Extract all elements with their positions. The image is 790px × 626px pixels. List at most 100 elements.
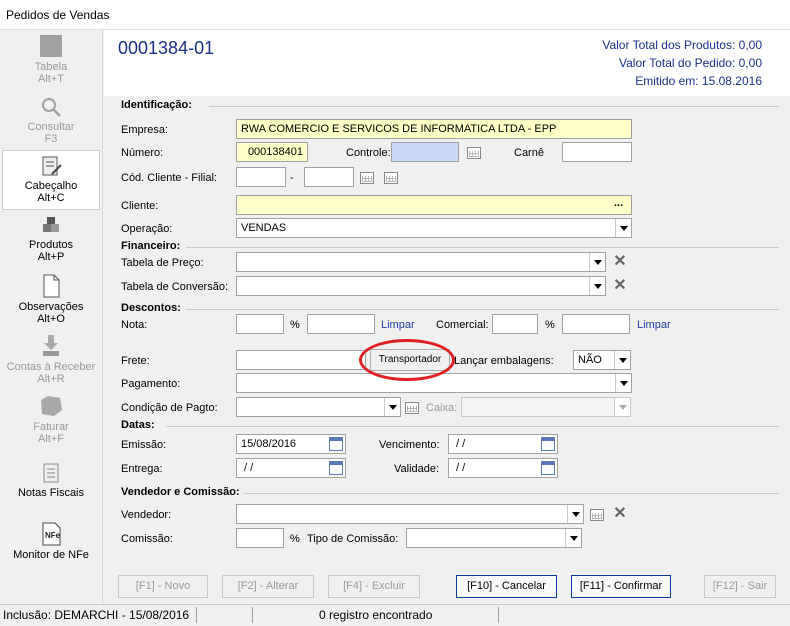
- clear-tabela-conversao-icon[interactable]: ✕: [612, 278, 628, 294]
- invoice-icon: [41, 396, 62, 416]
- comissao-field[interactable]: [236, 528, 284, 548]
- section-divider: [166, 426, 779, 427]
- chevron-down-icon[interactable]: [589, 253, 605, 271]
- chevron-down-icon[interactable]: [565, 529, 581, 547]
- issued-date: Emitido em: 15.08.2016: [635, 74, 762, 88]
- condicao-select[interactable]: [236, 397, 401, 417]
- calendar-icon[interactable]: [541, 461, 555, 475]
- controle-field[interactable]: [391, 142, 459, 162]
- emissao-label: Emissão:: [121, 439, 167, 451]
- chevron-down-icon[interactable]: [615, 219, 631, 237]
- confirmar-button[interactable]: [F11] - Confirmar: [571, 575, 671, 598]
- operacao-value: VENDAS: [241, 222, 287, 234]
- calendar-icon[interactable]: [541, 437, 555, 451]
- comissao-label: Comissão:: [121, 533, 173, 545]
- cod-cliente-field[interactable]: [236, 167, 286, 187]
- sair-button[interactable]: [F12] - Sair: [704, 575, 776, 598]
- filial-field[interactable]: [304, 167, 354, 187]
- cliente-lookup-icon[interactable]: [360, 172, 374, 184]
- operacao-select[interactable]: VENDAS: [236, 218, 632, 238]
- operacao-label: Operação:: [121, 223, 173, 235]
- lancar-embalagens-label: Lançar embalagens:: [454, 355, 554, 367]
- sidebar-item-tabela[interactable]: Tabela Alt+T: [2, 34, 100, 90]
- tabela-preco-select[interactable]: [236, 252, 606, 272]
- status-bar: Inclusão: DEMARCHI - 15/08/2016 0 regist…: [0, 604, 790, 626]
- sidebar-item-label: Monitor de NFe: [13, 549, 89, 561]
- cancelar-button[interactable]: [F10] - Cancelar: [456, 575, 557, 598]
- sidebar-item-contas-receber[interactable]: Contas à Receber Alt+R: [2, 334, 100, 390]
- sidebar-item-label: Consultar: [27, 121, 75, 133]
- chevron-down-icon[interactable]: [615, 374, 631, 392]
- section-divider: [186, 247, 779, 248]
- chevron-down-icon[interactable]: [384, 398, 400, 416]
- cliente-search-button[interactable]: ...: [614, 197, 623, 209]
- cliente-field[interactable]: [236, 195, 632, 215]
- limpar-comercial-link[interactable]: Limpar: [637, 319, 671, 331]
- frete-label: Frete:: [121, 355, 150, 367]
- chevron-down-icon[interactable]: [614, 351, 630, 369]
- sidebar-item-monitor-nfe[interactable]: NFe Monitor de NFe: [2, 522, 100, 566]
- sidebar-item-observacoes[interactable]: Observações Alt+O: [2, 274, 100, 330]
- sidebar-item-shortcut: Alt+O: [37, 313, 65, 325]
- percent-sign: %: [290, 533, 300, 545]
- condicao-lookup-icon[interactable]: [405, 402, 419, 414]
- sidebar-item-consultar[interactable]: Consultar F3: [2, 96, 100, 150]
- section-descontos: Descontos:: [121, 302, 181, 314]
- total-products: Valor Total dos Produtos: 0,00: [602, 38, 762, 52]
- numero-label: Número:: [121, 147, 164, 159]
- filial-lookup-icon[interactable]: [384, 172, 398, 184]
- validade-date-field[interactable]: / /: [448, 458, 558, 478]
- document-edit-icon: [42, 156, 62, 176]
- percent-sign: %: [290, 319, 300, 331]
- clear-vendedor-icon[interactable]: ✕: [612, 506, 628, 522]
- numero-field[interactable]: 000138401: [236, 142, 308, 162]
- magnifier-icon: [42, 98, 61, 117]
- sidebar-item-faturar[interactable]: Faturar Alt+F: [2, 394, 100, 450]
- vencimento-value: / /: [453, 438, 466, 450]
- totals-panel: Valor Total dos Produtos: 0,00 Valor Tot…: [602, 36, 762, 90]
- money-download-icon: [43, 335, 59, 356]
- sidebar-item-produtos[interactable]: Produtos Alt+P: [2, 214, 100, 270]
- status-divider: [498, 607, 499, 623]
- sidebar-item-notas-fiscais[interactable]: Notas Fiscais: [2, 462, 100, 506]
- vendedor-select[interactable]: [236, 504, 584, 524]
- sidebar-item-shortcut: Alt+P: [37, 251, 65, 263]
- status-inclusao: Inclusão: DEMARCHI - 15/08/2016: [3, 608, 190, 622]
- entrega-date-field[interactable]: / /: [236, 458, 346, 478]
- limpar-nota-link[interactable]: Limpar: [381, 319, 415, 331]
- calendar-icon[interactable]: [329, 437, 343, 451]
- chevron-down-icon[interactable]: [589, 277, 605, 295]
- emissao-date-field[interactable]: 15/08/2016: [236, 434, 346, 454]
- comercial-percent-field[interactable]: [492, 314, 538, 334]
- sidebar-item-label: Faturar: [33, 421, 69, 433]
- condicao-label: Condição de Pagto:: [121, 402, 218, 414]
- vencimento-date-field[interactable]: / /: [448, 434, 558, 454]
- sidebar-item-cabecalho[interactable]: Cabeçalho Alt+C: [2, 150, 100, 210]
- vendedor-lookup-icon[interactable]: [590, 509, 604, 521]
- excluir-button[interactable]: [F4] - Excluir: [328, 575, 420, 598]
- clear-tabela-preco-icon[interactable]: ✕: [612, 254, 628, 270]
- nfe-icon: NFe: [42, 522, 61, 546]
- frete-field[interactable]: [236, 350, 366, 370]
- lancar-embalagens-select[interactable]: NÃO: [573, 350, 631, 370]
- empresa-field[interactable]: RWA COMERCIO E SERVICOS DE INFORMATICA L…: [236, 119, 632, 139]
- sidebar-item-shortcut: Alt+C: [37, 192, 65, 204]
- total-order: Valor Total do Pedido: 0,00: [619, 56, 762, 70]
- chevron-down-icon[interactable]: [567, 505, 583, 523]
- tabela-conversao-select[interactable]: [236, 276, 606, 296]
- boxes-icon: [43, 217, 59, 232]
- tipo-comissao-select[interactable]: [406, 528, 582, 548]
- section-vendedor-comissao: Vendedor e Comissão:: [121, 486, 240, 498]
- caixa-select[interactable]: [461, 397, 631, 417]
- controle-lookup-icon[interactable]: [467, 147, 481, 159]
- novo-button[interactable]: [F1] - Novo: [118, 575, 208, 598]
- carne-field[interactable]: [562, 142, 632, 162]
- section-datas: Datas:: [121, 419, 155, 431]
- comercial-value-field[interactable]: [562, 314, 630, 334]
- validade-label: Validade:: [394, 463, 440, 475]
- nota-value-field[interactable]: [307, 314, 375, 334]
- alterar-button[interactable]: [F2] - Alterar: [222, 575, 314, 598]
- nota-percent-field[interactable]: [236, 314, 284, 334]
- calendar-icon[interactable]: [329, 461, 343, 475]
- lancar-embalagens-value: NÃO: [578, 354, 602, 366]
